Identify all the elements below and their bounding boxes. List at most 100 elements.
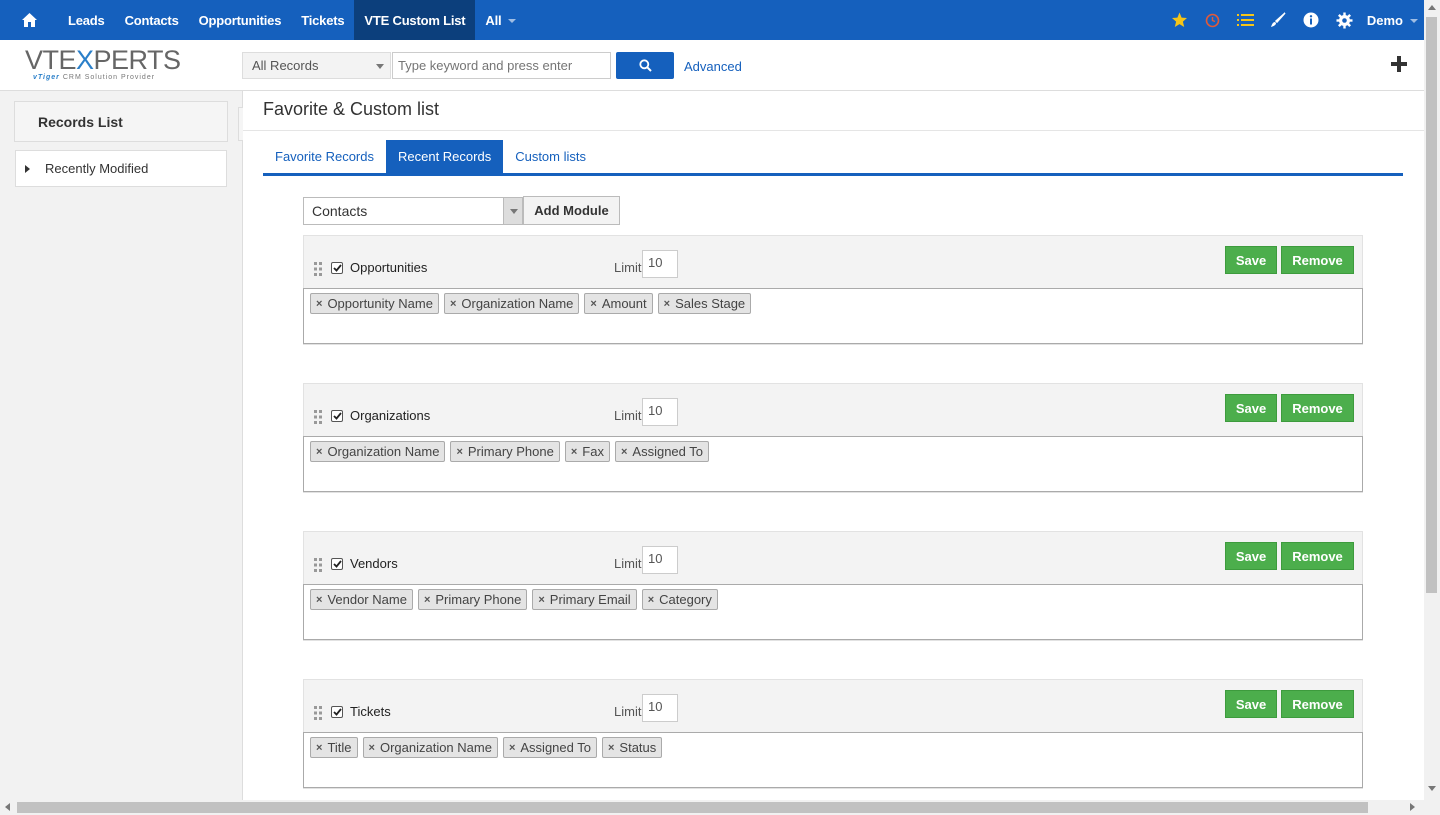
company-logo[interactable]: VTEXPERTS vTiger CRM Solution Provider bbox=[25, 47, 185, 87]
field-chip: × Assigned To bbox=[614, 441, 709, 462]
remove-chip-icon[interactable]: × bbox=[316, 446, 322, 458]
global-search-input[interactable] bbox=[392, 52, 611, 79]
tab-custom-lists[interactable]: Custom lists bbox=[503, 140, 598, 173]
home-button[interactable] bbox=[0, 0, 58, 40]
scroll-left-icon[interactable] bbox=[5, 803, 10, 811]
field-chip: × Status bbox=[601, 737, 663, 758]
remove-chip-icon[interactable]: × bbox=[664, 298, 670, 310]
remove-button[interactable]: Remove bbox=[1281, 690, 1354, 718]
scroll-right-icon[interactable] bbox=[1410, 803, 1415, 811]
remove-button[interactable]: Remove bbox=[1281, 542, 1354, 570]
remove-chip-icon[interactable]: × bbox=[509, 742, 515, 754]
gear-icon bbox=[1336, 12, 1353, 28]
chevron-down-icon bbox=[1410, 19, 1418, 23]
sidebar: Records List Recently Modified bbox=[0, 91, 243, 800]
remove-chip-icon[interactable]: × bbox=[316, 742, 322, 754]
nav-all-menu[interactable]: All bbox=[475, 0, 526, 40]
module-block-vendors: Vendors Limit 10 Save Remove × Vendor Nam… bbox=[303, 531, 1363, 641]
save-button[interactable]: Save bbox=[1225, 246, 1277, 274]
tasks-button[interactable] bbox=[1229, 0, 1262, 40]
search-button[interactable] bbox=[616, 52, 674, 79]
nav-contacts[interactable]: Contacts bbox=[115, 0, 189, 40]
module-enabled-checkbox[interactable] bbox=[331, 410, 343, 422]
brush-icon bbox=[1271, 12, 1286, 27]
horizontal-scrollbar[interactable] bbox=[0, 800, 1440, 815]
drag-handle-icon[interactable] bbox=[314, 262, 322, 276]
remove-button[interactable]: Remove bbox=[1281, 246, 1354, 274]
fields-select[interactable]: × Title × Organization Name × Assigned To ×… bbox=[303, 732, 1363, 788]
remove-chip-icon[interactable]: × bbox=[590, 298, 596, 310]
nav-opportunities[interactable]: Opportunities bbox=[189, 0, 292, 40]
save-button[interactable]: Save bbox=[1225, 542, 1277, 570]
module-enabled-checkbox[interactable] bbox=[331, 706, 343, 718]
remove-chip-icon[interactable]: × bbox=[571, 446, 577, 458]
remove-chip-icon[interactable]: × bbox=[369, 742, 375, 754]
field-chip: × Title bbox=[310, 737, 358, 758]
nav-tickets[interactable]: Tickets bbox=[291, 0, 354, 40]
theme-button[interactable] bbox=[1262, 0, 1295, 40]
vertical-scrollbar[interactable] bbox=[1424, 0, 1440, 800]
clock-icon bbox=[1205, 13, 1220, 27]
remove-chip-icon[interactable]: × bbox=[621, 446, 627, 458]
header-bar: VTEXPERTS vTiger CRM Solution Provider A… bbox=[0, 40, 1424, 91]
remove-chip-icon[interactable]: × bbox=[450, 298, 456, 310]
limit-input[interactable]: 10 bbox=[642, 546, 678, 574]
drag-handle-icon[interactable] bbox=[314, 558, 322, 572]
advanced-search-link[interactable]: Advanced bbox=[684, 59, 742, 74]
module-enabled-checkbox[interactable] bbox=[331, 558, 343, 570]
limit-input[interactable]: 10 bbox=[642, 250, 678, 278]
tab-recent-records[interactable]: Recent Records bbox=[385, 140, 504, 173]
drag-handle-icon[interactable] bbox=[314, 410, 322, 424]
remove-chip-icon[interactable]: × bbox=[424, 594, 430, 606]
chevron-down-icon bbox=[503, 198, 522, 224]
scroll-down-icon[interactable] bbox=[1428, 786, 1436, 791]
record-scope-select[interactable]: All Records bbox=[242, 52, 391, 79]
search-icon bbox=[638, 59, 652, 72]
field-chip: × Assigned To bbox=[502, 737, 597, 758]
remove-chip-icon[interactable]: × bbox=[608, 742, 614, 754]
add-module-button[interactable]: Add Module bbox=[523, 196, 620, 225]
tab-bar: Favorite Records Recent Records Custom l… bbox=[263, 140, 1403, 176]
remove-chip-icon[interactable]: × bbox=[316, 594, 322, 606]
quick-create-button[interactable] bbox=[1389, 54, 1411, 76]
scrollbar-thumb[interactable] bbox=[1426, 17, 1437, 593]
drag-handle-icon[interactable] bbox=[314, 706, 322, 720]
nav-vte-custom-list[interactable]: VTE Custom List bbox=[354, 0, 476, 40]
recent-button[interactable] bbox=[1196, 0, 1229, 40]
remove-chip-icon[interactable]: × bbox=[456, 446, 462, 458]
user-menu[interactable]: Demo bbox=[1361, 13, 1424, 28]
remove-button[interactable]: Remove bbox=[1281, 394, 1354, 422]
limit-input[interactable]: 10 bbox=[642, 398, 678, 426]
favorites-button[interactable] bbox=[1163, 0, 1196, 40]
scroll-up-icon[interactable] bbox=[1428, 5, 1436, 10]
sidebar-item-label: Recently Modified bbox=[45, 161, 149, 176]
module-enabled-checkbox[interactable] bbox=[331, 262, 343, 274]
fields-select[interactable]: × Opportunity Name × Organization Name × Am… bbox=[303, 288, 1363, 344]
remove-chip-icon[interactable]: × bbox=[648, 594, 654, 606]
info-icon bbox=[1303, 12, 1319, 28]
field-chip: × Category bbox=[641, 589, 718, 610]
field-chip: × Amount bbox=[584, 293, 653, 314]
fields-select[interactable]: × Vendor Name × Primary Phone × Primary Ema… bbox=[303, 584, 1363, 640]
top-navbar: Leads Contacts Opportunities Tickets VTE… bbox=[0, 0, 1424, 40]
module-select[interactable]: Contacts bbox=[303, 197, 523, 225]
sidebar-item-recently-modified[interactable]: Recently Modified bbox=[15, 150, 227, 187]
user-name: Demo bbox=[1366, 12, 1403, 28]
fields-select[interactable]: × Organization Name × Primary Phone × Fax ×… bbox=[303, 436, 1363, 492]
scrollbar-thumb[interactable] bbox=[17, 802, 1368, 813]
save-button[interactable]: Save bbox=[1225, 690, 1277, 718]
field-chip: × Organization Name bbox=[443, 293, 580, 314]
settings-button[interactable] bbox=[1328, 0, 1361, 40]
remove-chip-icon[interactable]: × bbox=[316, 298, 322, 310]
save-button[interactable]: Save bbox=[1225, 394, 1277, 422]
limit-label: Limit bbox=[614, 260, 642, 275]
module-block-organizations: Organizations Limit 10 Save Remove × Orga… bbox=[303, 383, 1363, 493]
field-chip: × Primary Phone bbox=[450, 441, 560, 462]
tab-favorite-records[interactable]: Favorite Records bbox=[263, 140, 386, 173]
help-button[interactable] bbox=[1295, 0, 1328, 40]
limit-input[interactable]: 10 bbox=[642, 694, 678, 722]
navbar-actions: Demo bbox=[1163, 0, 1424, 40]
chevron-down-icon bbox=[376, 64, 384, 69]
remove-chip-icon[interactable]: × bbox=[538, 594, 544, 606]
nav-leads[interactable]: Leads bbox=[58, 0, 115, 40]
